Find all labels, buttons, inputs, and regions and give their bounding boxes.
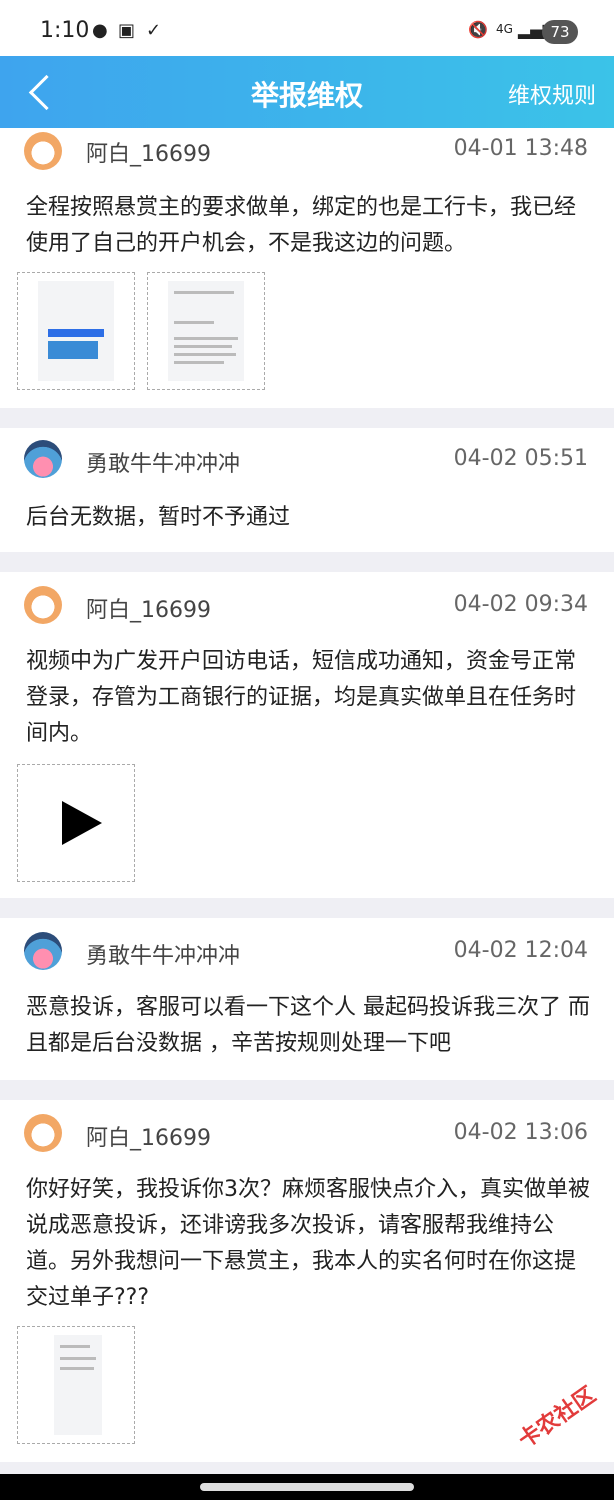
comment-card: 阿白_16699 04-01 13:48 全程按照悬赏主的要求做单，绑定的也是工… (0, 128, 614, 408)
comment-text: 全程按照悬赏主的要求做单，绑定的也是工行卡，我已经使用了自己的开户机会，不是我这… (26, 195, 577, 256)
screenshot-image (54, 1335, 102, 1435)
comment-text: 你好好笑，我投诉你3次？麻烦客服快点介入，真实做单被说成恶意投诉，还诽谤我多次投… (26, 1177, 590, 1310)
avatar[interactable] (24, 1114, 62, 1152)
timestamp: 04-02 05:51 (453, 446, 588, 471)
video-thumbnail[interactable] (17, 764, 135, 882)
battery-indicator: 73 (542, 20, 578, 44)
network-label: 4G (496, 22, 513, 36)
avatar[interactable] (24, 932, 62, 970)
chat-icon: ● (92, 20, 108, 41)
home-indicator-bar (0, 1474, 614, 1500)
avatar[interactable] (24, 132, 62, 170)
comment-card: 勇敢牛牛冲冲冲 04-02 12:04 恶意投诉，客服可以看一下这个人 最起码投… (0, 918, 614, 1080)
comment-text: 视频中为广发开户回访电话，短信成功通知，资金号正常登录，存管为工商银行的证据，均… (26, 649, 577, 746)
username[interactable]: 阿白_16699 (86, 592, 211, 624)
mute-icon: 🔇 (468, 20, 488, 39)
avatar[interactable] (24, 586, 62, 624)
timestamp: 04-01 13:48 (453, 136, 588, 161)
rules-link[interactable]: 维权规则 (508, 78, 596, 110)
image-thumbnail[interactable] (17, 1326, 135, 1444)
username[interactable]: 勇敢牛牛冲冲冲 (86, 446, 240, 478)
image-thumbnail[interactable] (147, 272, 265, 390)
username[interactable]: 阿白_16699 (86, 136, 211, 168)
comment-card: 勇敢牛牛冲冲冲 04-02 05:51 后台无数据，暂时不予通过 (0, 428, 614, 552)
status-bar: 1:10 ● ▣ ✓ 🔇 4G ▂▄▆ 73 (0, 0, 614, 56)
image-thumbnail[interactable] (17, 272, 135, 390)
username[interactable]: 勇敢牛牛冲冲冲 (86, 938, 240, 970)
avatar[interactable] (24, 440, 62, 478)
screenshot-image (38, 281, 114, 381)
username[interactable]: 阿白_16699 (86, 1120, 211, 1152)
play-icon (62, 801, 102, 845)
timestamp: 04-02 12:04 (453, 938, 588, 963)
comment-text: 恶意投诉，客服可以看一下这个人 最起码投诉我三次了 而且都是后台没数据 ，辛苦按… (26, 995, 590, 1056)
check-icon: ✓ (146, 20, 162, 41)
comment-card: 阿白_16699 04-02 13:06 你好好笑，我投诉你3次？麻烦客服快点介… (0, 1100, 614, 1462)
timestamp: 04-02 13:06 (453, 1120, 588, 1145)
scan-icon: ▣ (118, 20, 136, 41)
status-time: 1:10 (40, 18, 90, 43)
comment-text: 后台无数据，暂时不予通过 (26, 505, 291, 530)
screenshot-image (168, 281, 244, 381)
timestamp: 04-02 09:34 (453, 592, 588, 617)
header-bar: 举报维权 维权规则 (0, 56, 614, 128)
home-indicator[interactable] (200, 1483, 414, 1491)
comment-card: 阿白_16699 04-02 09:34 视频中为广发开户回访电话，短信成功通知… (0, 572, 614, 898)
